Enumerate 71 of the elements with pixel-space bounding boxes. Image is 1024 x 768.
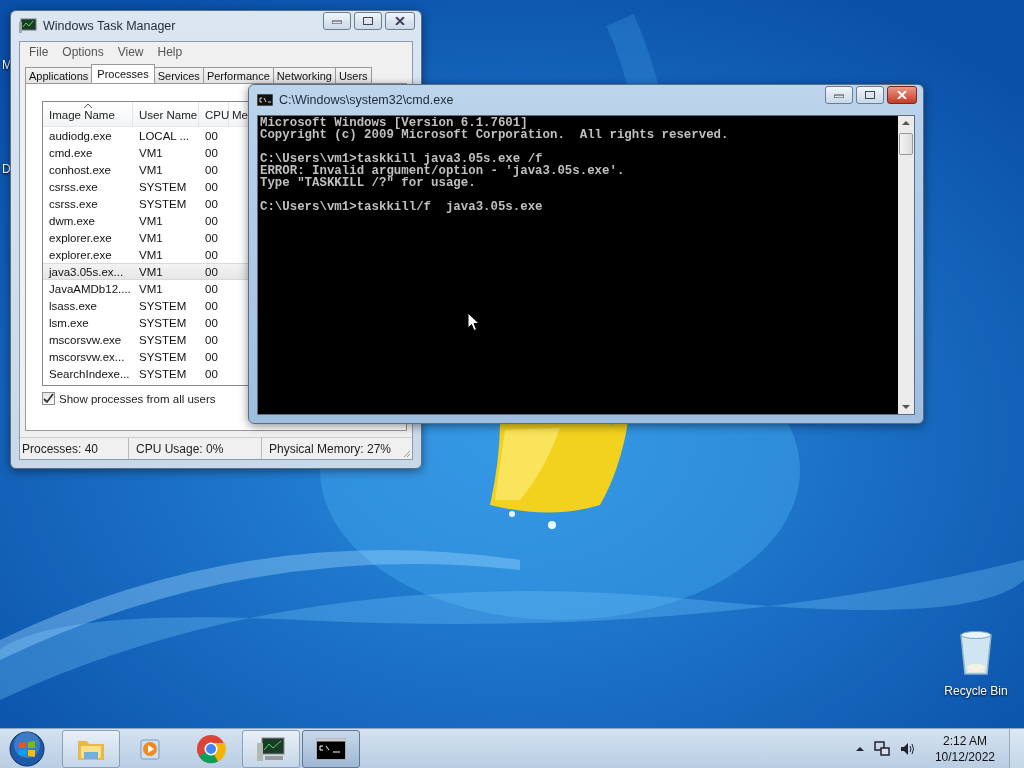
close-button[interactable] xyxy=(887,86,917,104)
minimize-icon xyxy=(834,92,844,98)
maximize-button[interactable] xyxy=(856,86,884,104)
tab[interactable]: Performance xyxy=(202,67,274,83)
process-row[interactable]: explorer.exe VM1 00 xyxy=(43,229,248,246)
console-line: C:\Users\vm1>taskkill java3.05s.exe /f xyxy=(260,153,543,165)
tab[interactable]: Services xyxy=(153,67,204,83)
process-row[interactable]: JavaAMDb12.... VM1 00 xyxy=(43,280,248,297)
close-button[interactable] xyxy=(385,12,415,30)
process-row[interactable]: dwm.exe VM1 00 xyxy=(43,212,248,229)
monitor-icon xyxy=(19,18,37,34)
column-header[interactable]: Me xyxy=(229,102,248,126)
console-line: Copyright (c) 2009 Microsoft Corporation. All rights reserved. xyxy=(260,129,730,141)
checkbox-label[interactable]: Show processes from all users xyxy=(59,392,216,405)
column-header[interactable]: CPU xyxy=(199,102,229,126)
process-row[interactable]: csrss.exe SYSTEM 00 xyxy=(43,178,248,195)
column-header[interactable]: User Name xyxy=(133,102,199,126)
window-title: C:\Windows\system32\cmd.exe xyxy=(279,93,454,107)
status-text: CPU Usage: 0% xyxy=(134,438,262,459)
desktop-icon-label[interactable]: Recycle Bin xyxy=(944,684,1008,698)
taskbar-button[interactable] xyxy=(242,729,300,768)
console-line: C:\Users\vm1>taskkill/f java3.05s.exe xyxy=(260,201,544,213)
tab[interactable]: Processes xyxy=(91,64,155,83)
browser-icon xyxy=(196,733,226,764)
scroll-thumb[interactable] xyxy=(899,133,913,155)
tab[interactable]: Users xyxy=(334,67,372,83)
console-line: Microsoft Windows [Version 6.1.7601] xyxy=(260,117,528,129)
menu-item[interactable]: Options xyxy=(55,45,111,59)
process-row[interactable]: cmd.exe VM1 00 xyxy=(43,144,248,161)
process-row[interactable]: lsm.exe SYSTEM 00 xyxy=(43,314,248,331)
monitor-icon xyxy=(255,734,287,763)
column-header[interactable]: Image Name xyxy=(43,102,133,126)
recycle-bin-icon[interactable] xyxy=(958,630,994,676)
menu-item[interactable]: Help xyxy=(150,45,190,59)
minimize-icon xyxy=(332,18,342,24)
status-text: Processes: 40 xyxy=(20,438,129,459)
console-line: Type "TASKKILL /?" for usage. xyxy=(260,177,476,189)
close-icon xyxy=(395,17,405,25)
menu-item[interactable]: View xyxy=(110,45,151,59)
desktop-icon-label[interactable]: D xyxy=(2,162,11,176)
close-icon xyxy=(897,91,907,99)
clock[interactable]: 2:12 AM 10/12/2022 xyxy=(934,732,995,765)
checkbox[interactable] xyxy=(42,392,55,405)
start-button[interactable] xyxy=(8,729,46,768)
minimize-button[interactable] xyxy=(323,12,351,30)
show-hidden-icons-button[interactable] xyxy=(854,744,865,753)
console-icon xyxy=(257,94,273,106)
resize-grip-icon[interactable] xyxy=(403,450,411,458)
process-row[interactable]: explorer.exe VM1 00 xyxy=(43,246,248,263)
selected-row[interactable]: java3.05s.ex... VM1 00 xyxy=(43,263,248,280)
console-icon xyxy=(316,737,346,760)
process-row[interactable]: conhost.exe VM1 00 xyxy=(43,161,248,178)
taskbar-button[interactable] xyxy=(302,729,360,768)
window-title: Windows Task Manager xyxy=(43,19,176,33)
minimize-button[interactable] xyxy=(825,86,853,104)
process-row[interactable]: csrss.exe SYSTEM 00 xyxy=(43,195,248,212)
network-icon[interactable] xyxy=(872,739,891,758)
tab[interactable]: Networking xyxy=(272,67,336,83)
maximize-icon xyxy=(865,91,875,99)
tab[interactable]: Applications xyxy=(25,67,93,83)
process-row[interactable]: lsass.exe SYSTEM 00 xyxy=(43,297,248,314)
process-row[interactable]: mscorsvw.exe SYSTEM 00 xyxy=(43,331,248,348)
console-line: ERROR: Invalid argument/option - 'java3.05s.exe'. xyxy=(260,165,626,177)
process-row[interactable]: mscorsvw.ex... SYSTEM 00 xyxy=(43,348,248,365)
maximize-icon xyxy=(363,17,373,25)
menu-item[interactable]: File xyxy=(22,45,56,59)
status-text: Physical Memory: 27% xyxy=(268,440,393,458)
mouse-cursor-icon xyxy=(467,312,480,332)
process-row[interactable]: SearchIndexe... SYSTEM 00 xyxy=(43,365,248,382)
process-row[interactable]: audiodg.exe LOCAL ... 00 xyxy=(43,127,248,144)
maximize-button[interactable] xyxy=(354,12,382,30)
